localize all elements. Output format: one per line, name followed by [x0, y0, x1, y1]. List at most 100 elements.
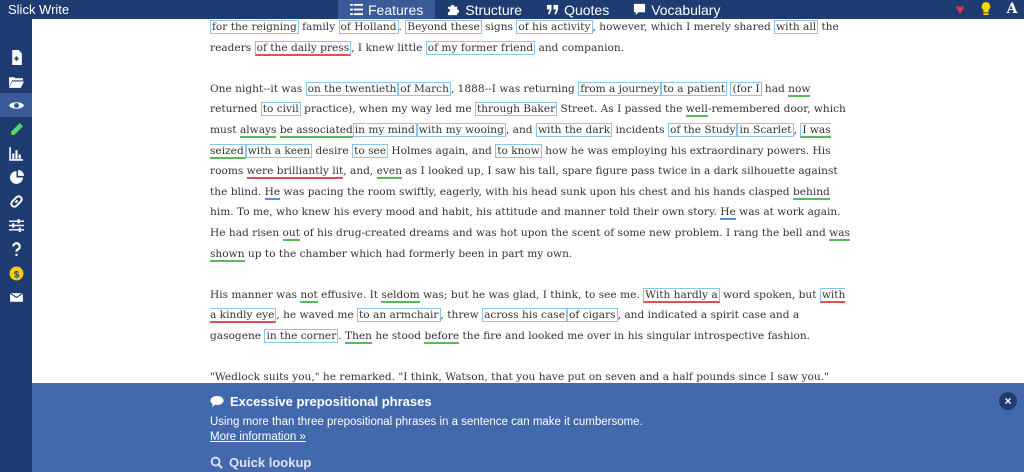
sidebar-item-settings[interactable] [0, 213, 32, 237]
paragraph: "Wedlock suits you," he remarked. "I thi… [210, 371, 829, 383]
link-icon [9, 194, 23, 208]
prepositional-phrase[interactable]: to an armchair [357, 308, 441, 323]
sidebar-item-open[interactable] [0, 69, 32, 93]
adverb-highlight[interactable]: seldom [381, 288, 420, 303]
sidebar-item-donate[interactable]: $ [0, 261, 32, 285]
prepositional-phrase[interactable]: to know [495, 143, 542, 158]
main-tabs: Features Structure Quotes Vocabulary [338, 0, 732, 19]
speech-bubble-icon [634, 3, 646, 16]
tab-vocabulary-label: Vocabulary [651, 1, 721, 18]
tab-features-label: Features [368, 1, 424, 18]
app-title: Slick Write [8, 2, 70, 17]
prepositional-phrase[interactable]: of my former friend [425, 40, 536, 55]
search-icon [210, 456, 223, 469]
prepositional-phrase[interactable]: for the reigning [210, 20, 299, 34]
prepositional-phrase[interactable]: across his case [482, 308, 567, 323]
prepositional-phrase[interactable]: with a keen [245, 143, 313, 158]
quick-lookup-label: Quick lookup [229, 455, 312, 470]
document-area[interactable]: for the reigning family of Holland. Beyo… [32, 19, 1024, 383]
prepositional-phrase[interactable]: of March [398, 81, 451, 96]
prepositional-phrase[interactable]: in Scarlet [737, 122, 794, 137]
passive-voice-highlight[interactable]: be associated [279, 123, 353, 138]
prepositional-phrase[interactable]: of Holland [338, 20, 399, 34]
prepositional-phrase[interactable]: (for I [730, 81, 762, 96]
prepositional-phrase[interactable]: with the dark [535, 122, 613, 137]
heart-icon[interactable]: ♥ [952, 1, 968, 17]
paragraph: His manner was not effusive. It seldom w… [210, 287, 846, 344]
prepositional-phrase[interactable]: With hardly a [643, 287, 720, 303]
eye-icon [8, 101, 24, 109]
bar-chart-icon [8, 146, 23, 161]
prepositional-phrase[interactable]: on the twentieth [305, 81, 399, 96]
sliders-icon [8, 218, 24, 232]
prepositional-phrase[interactable]: from a journey [578, 81, 662, 96]
svg-text:$: $ [13, 269, 19, 280]
prepositional-phrase[interactable]: of the daily press [254, 40, 352, 56]
sidebar-item-new-document[interactable] [0, 45, 32, 69]
list-icon [350, 3, 363, 16]
help-icon [11, 241, 21, 256]
envelope-icon [9, 292, 23, 302]
quick-lookup[interactable]: Quick lookup [210, 455, 311, 470]
pie-chart-icon [9, 169, 24, 184]
sidebar-item-contact[interactable] [0, 285, 32, 309]
panel-heading-text: Excessive prepositional phrases [230, 394, 432, 409]
pencil-icon [10, 122, 23, 135]
tab-quotes-label: Quotes [564, 1, 610, 18]
adverb-highlight[interactable]: Then [345, 329, 372, 344]
tab-vocabulary[interactable]: Vocabulary [621, 0, 732, 19]
paragraph: for the reigning family of Holland. Beyo… [210, 20, 839, 56]
prepositional-phrase[interactable]: to see [352, 143, 389, 158]
quote-icon [546, 4, 559, 15]
prepositional-phrase[interactable]: of his activity [516, 20, 593, 34]
sidebar-item-statistics[interactable] [0, 141, 32, 165]
prepositional-phrase[interactable]: to a patient [661, 81, 728, 96]
panel-heading: Excessive prepositional phrases [210, 394, 432, 409]
passive-voice-highlight[interactable]: were brilliantly lit [246, 165, 344, 180]
sentence-start-highlight[interactable]: He [264, 185, 281, 200]
sidebar-item-pie[interactable] [0, 165, 32, 189]
sidebar-item-links[interactable] [0, 189, 32, 213]
sidebar-item-edit[interactable] [0, 117, 32, 141]
sidebar: $ [0, 19, 32, 472]
adverb-highlight[interactable]: now [788, 82, 811, 97]
top-bar: Slick Write Features Structure Quotes Vo… [0, 0, 1024, 19]
adverb-highlight[interactable]: well [685, 103, 708, 118]
open-folder-icon [8, 76, 24, 88]
paragraph: One night--it was on the twentieth of Mar… [210, 81, 850, 262]
prepositional-phrase[interactable]: Beyond these [405, 20, 482, 34]
sentence-start-highlight[interactable]: He [720, 206, 736, 221]
adverb-highlight[interactable]: always [239, 123, 277, 138]
adverb-highlight[interactable]: even [376, 165, 403, 180]
top-icons: ♥ A [952, 1, 1020, 17]
sidebar-item-view[interactable] [0, 93, 32, 117]
tab-structure[interactable]: Structure [435, 0, 534, 19]
tab-features[interactable]: Features [338, 0, 436, 19]
new-document-icon [11, 49, 22, 65]
prepositional-phrase[interactable]: of the Study [667, 122, 738, 137]
tab-structure-label: Structure [465, 1, 523, 18]
panel-description: Using more than three prepositional phra… [210, 416, 643, 428]
prepositional-phrase[interactable]: through Baker [474, 102, 558, 117]
close-panel-button[interactable]: × [999, 392, 1017, 410]
prepositional-phrase[interactable]: in the corner [264, 328, 339, 343]
font-size-icon[interactable]: A [1004, 1, 1020, 17]
prepositional-phrase[interactable]: to civil [260, 102, 301, 117]
adverb-highlight[interactable]: behind [792, 185, 830, 200]
prepositional-phrase[interactable]: in my mind [352, 122, 417, 137]
prepositional-phrase[interactable]: of cigars [567, 308, 618, 323]
adverb-highlight[interactable]: not [300, 288, 318, 303]
info-panel: Excessive prepositional phrases Using mo… [32, 383, 1024, 472]
puzzle-icon [448, 4, 460, 16]
lightbulb-icon[interactable] [978, 1, 994, 17]
prepositional-phrase[interactable]: with my wooing [416, 122, 506, 137]
adverb-highlight[interactable]: out [282, 226, 300, 241]
speech-bubble-icon [210, 396, 224, 407]
adverb-highlight[interactable]: before [424, 329, 460, 344]
more-information-link[interactable]: More information » [210, 431, 306, 443]
dollar-icon: $ [9, 266, 23, 280]
prepositional-phrase[interactable]: with all [774, 20, 819, 34]
sidebar-item-help[interactable] [0, 237, 32, 261]
tab-quotes[interactable]: Quotes [534, 0, 621, 19]
document-text[interactable]: for the reigning family of Holland. Beyo… [210, 19, 852, 383]
